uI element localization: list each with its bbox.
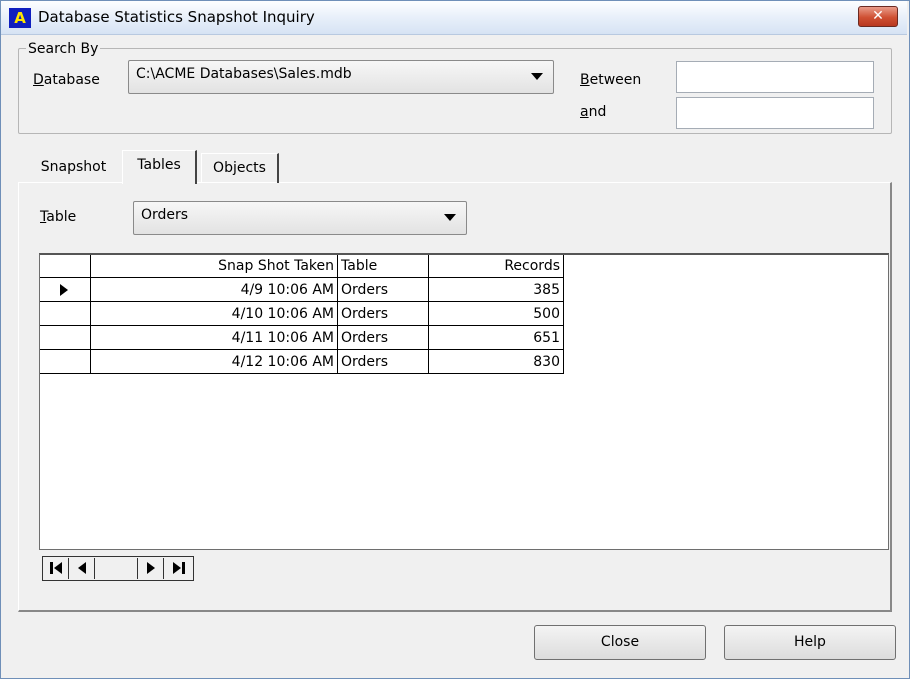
- database-dropdown-value: C:\ACME Databases\Sales.mdb: [136, 66, 352, 82]
- cell-table[interactable]: Orders: [337, 277, 429, 302]
- chevron-down-icon: [531, 73, 543, 80]
- between-date-field[interactable]: [676, 61, 874, 93]
- table-row[interactable]: 4/10 10:06 AM Orders 500: [40, 301, 564, 326]
- row-selector[interactable]: [40, 325, 91, 350]
- close-button[interactable]: Close: [534, 625, 706, 660]
- first-record-button[interactable]: [44, 558, 69, 579]
- row-selector[interactable]: [40, 349, 91, 374]
- between-label: Between: [580, 72, 642, 88]
- column-header-table[interactable]: Table: [337, 255, 429, 278]
- tab-objects[interactable]: Objects: [201, 153, 279, 183]
- cell-records[interactable]: 385: [428, 277, 564, 302]
- last-record-button[interactable]: [165, 558, 192, 579]
- snapshot-table: Snap Shot Taken Table Records 4/9 10:06 …: [40, 255, 564, 374]
- table-row[interactable]: 4/11 10:06 AM Orders 651: [40, 325, 564, 350]
- cell-snapshot[interactable]: 4/11 10:06 AM: [90, 325, 338, 350]
- previous-record-button[interactable]: [70, 558, 95, 579]
- cell-table[interactable]: Orders: [337, 301, 429, 326]
- grid-header-selector: [40, 255, 91, 278]
- cell-snapshot[interactable]: 4/9 10:06 AM: [90, 277, 338, 302]
- window-title: Database Statistics Snapshot Inquiry: [38, 8, 315, 26]
- column-header-snapshot[interactable]: Snap Shot Taken: [90, 255, 338, 278]
- table-label: Table: [40, 209, 77, 225]
- row-selector[interactable]: [40, 301, 91, 326]
- search-by-legend: Search By: [26, 41, 101, 57]
- cell-records[interactable]: 651: [428, 325, 564, 350]
- first-record-icon: [50, 562, 62, 574]
- record-position-box: [96, 558, 138, 579]
- tab-snapshot[interactable]: Snapshot: [26, 153, 121, 183]
- column-header-records[interactable]: Records: [428, 255, 564, 278]
- and-date-field[interactable]: [676, 97, 874, 129]
- table-dropdown[interactable]: Orders: [133, 201, 467, 235]
- current-row-pointer-icon: [60, 284, 68, 296]
- help-button[interactable]: Help: [724, 625, 896, 660]
- table-row[interactable]: 4/12 10:06 AM Orders 830: [40, 349, 564, 374]
- close-icon: ✕: [872, 8, 884, 24]
- database-label: Database: [33, 72, 100, 88]
- window-close-button[interactable]: ✕: [858, 6, 898, 27]
- row-selector[interactable]: [40, 277, 91, 302]
- cell-snapshot[interactable]: 4/12 10:06 AM: [90, 349, 338, 374]
- cell-records[interactable]: 830: [428, 349, 564, 374]
- tab-tables[interactable]: Tables: [122, 150, 197, 184]
- cell-table[interactable]: Orders: [337, 325, 429, 350]
- cell-records[interactable]: 500: [428, 301, 564, 326]
- table-dropdown-value: Orders: [141, 207, 189, 223]
- and-label: and: [580, 104, 607, 120]
- last-record-icon: [172, 562, 185, 574]
- grid-header-row: Snap Shot Taken Table Records: [40, 255, 564, 278]
- table-row[interactable]: 4/9 10:06 AM Orders 385: [40, 277, 564, 302]
- chevron-down-icon: [444, 214, 456, 221]
- record-navigator: [42, 556, 194, 581]
- next-record-button[interactable]: [139, 558, 164, 579]
- database-dropdown[interactable]: C:\ACME Databases\Sales.mdb: [128, 60, 554, 94]
- snapshot-grid[interactable]: Snap Shot Taken Table Records 4/9 10:06 …: [39, 253, 889, 550]
- app-logo-icon: A: [9, 8, 31, 28]
- previous-record-icon: [78, 562, 86, 574]
- cell-snapshot[interactable]: 4/10 10:06 AM: [90, 301, 338, 326]
- cell-table[interactable]: Orders: [337, 349, 429, 374]
- next-record-icon: [147, 562, 155, 574]
